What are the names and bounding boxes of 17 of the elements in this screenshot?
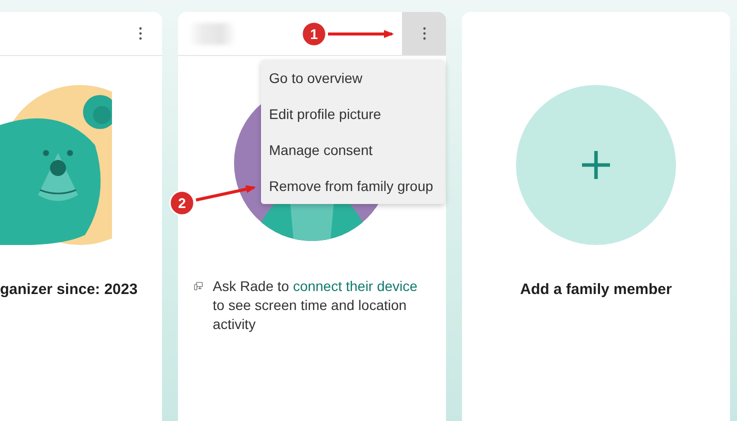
callout-arrow [328,30,394,38]
step-badge: 2 [169,190,195,216]
organizer-since-text: ganizer since: 2023 [0,281,139,298]
menu-item[interactable]: Manage consent [261,132,445,168]
menu-item[interactable]: Edit profile picture [261,96,445,132]
callout-arrow [196,185,256,202]
add-member-text: Add a family member [520,281,672,298]
menu-item[interactable]: Remove from family group [261,168,445,204]
plus-icon [580,149,612,181]
connect-device-link[interactable]: connect their device [292,278,418,294]
more-options-icon [422,27,426,40]
menu-item[interactable]: Go to overview [261,60,445,96]
more-options-button[interactable] [402,12,446,55]
connect-device-notice: Ask Rade to connect their device to see screen time and location activity [212,277,418,334]
step-badge: 1 [301,21,327,47]
add-member-card[interactable]: Add a family member [462,12,730,421]
more-options-icon [138,27,142,40]
